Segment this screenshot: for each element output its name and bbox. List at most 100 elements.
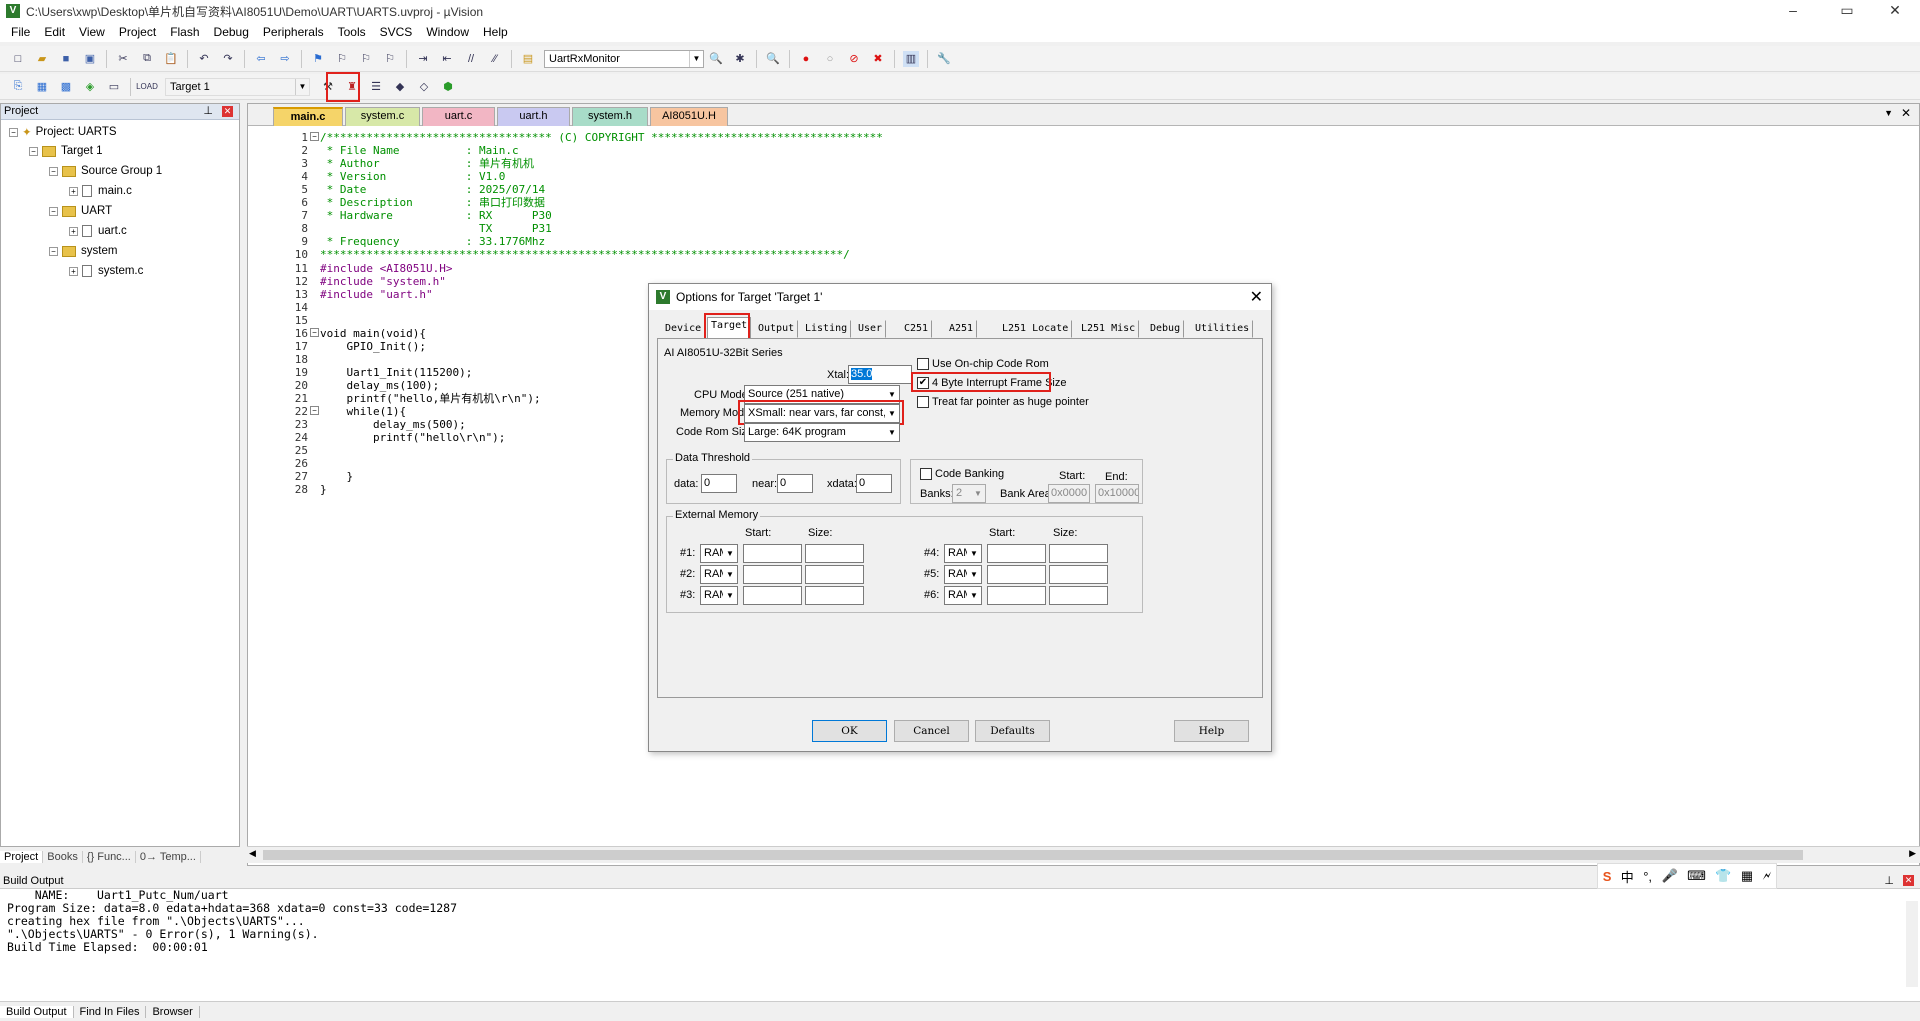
redo-icon[interactable]: ↷	[220, 51, 236, 67]
tab-uart-c[interactable]: uart.c	[422, 107, 495, 126]
bookmark-clear-icon[interactable]: ⚐	[382, 51, 398, 67]
stop-build-icon[interactable]: ▭	[106, 79, 122, 95]
tab-uart-h[interactable]: uart.h	[497, 107, 570, 126]
tab-listing[interactable]: Listing	[801, 320, 852, 338]
collapse-icon[interactable]: −	[29, 146, 38, 156]
tab-output[interactable]: Output	[754, 320, 799, 338]
maximize-button[interactable]: ▭	[1824, 0, 1870, 22]
menu-window[interactable]: Window	[419, 25, 476, 39]
cut-icon[interactable]: ✂	[115, 51, 131, 67]
ext-mem-start-input[interactable]	[987, 544, 1046, 563]
sogou-logo-icon[interactable]: S	[1603, 869, 1612, 884]
manage-project-items-icon[interactable]: ☰	[368, 79, 384, 95]
ext-mem-type-select[interactable]: RAM ▼	[700, 586, 738, 605]
collapse-icon[interactable]: −	[49, 246, 58, 256]
bank-end-input[interactable]: 0x10000	[1095, 484, 1139, 503]
ok-button[interactable]: OK	[812, 720, 887, 742]
window-layout-icon[interactable]: ▥	[903, 50, 919, 67]
menu-tools[interactable]: Tools	[331, 25, 373, 39]
uncomment-icon[interactable]: ⁄⁄	[487, 51, 503, 67]
find-combo[interactable]: UartRxMonitor ▼	[544, 49, 704, 68]
open-folder-icon[interactable]: ▰	[34, 51, 50, 67]
paste-icon[interactable]: 📋	[163, 51, 179, 67]
menu-help[interactable]: Help	[476, 25, 515, 39]
ime-keyboard-icon[interactable]: ⌨	[1687, 868, 1706, 884]
ext-mem-size-input[interactable]	[805, 586, 864, 605]
tab-list-chevron-icon[interactable]: ▼	[1884, 108, 1893, 118]
ext-mem-start-input[interactable]	[743, 586, 802, 605]
close-icon[interactable]: ✕	[1903, 875, 1914, 886]
tab-c251[interactable]: C251	[900, 320, 933, 338]
ext-mem-size-input[interactable]	[805, 565, 864, 584]
ext-mem-start-input[interactable]	[987, 586, 1046, 605]
tree-target-1[interactable]: − Target 1	[29, 145, 103, 157]
near-threshold-input[interactable]: 0	[777, 474, 813, 493]
menu-peripherals[interactable]: Peripherals	[256, 25, 331, 39]
data-threshold-input[interactable]: 0	[701, 474, 737, 493]
menu-view[interactable]: View	[72, 25, 112, 39]
debug-session-icon[interactable]: 🔍	[765, 51, 781, 67]
ext-mem-start-input[interactable]	[987, 565, 1046, 584]
indent-icon[interactable]: ⇥	[415, 51, 431, 67]
ext-mem-start-input[interactable]	[743, 565, 802, 584]
help-button[interactable]: Help	[1174, 720, 1249, 742]
tree-group-source-group-1[interactable]: − Source Group 1	[49, 165, 162, 177]
tree-group-system[interactable]: − system	[49, 245, 117, 257]
scroll-right-icon[interactable]: ▶	[1909, 848, 1916, 859]
scroll-thumb[interactable]	[263, 850, 1803, 860]
tree-file-main-c[interactable]: + main.c	[69, 185, 132, 197]
breakpoint-clear-icon[interactable]: ⊘	[846, 51, 862, 67]
minimize-button[interactable]: –	[1770, 0, 1816, 22]
nav-forward-icon[interactable]: ⇨	[277, 51, 293, 67]
build-icon[interactable]: ▦	[34, 79, 50, 95]
pin-icon[interactable]: ⊥	[1884, 873, 1894, 889]
ime-skin-icon[interactable]: 👕	[1715, 868, 1731, 884]
code-rom-size-select[interactable]: Large: 64K program ▼	[744, 423, 900, 442]
tree-file-system-c[interactable]: + system.c	[69, 265, 143, 277]
ext-mem-type-select[interactable]: RAM ▼	[944, 544, 982, 563]
tab-books[interactable]: Books	[43, 850, 83, 863]
rebuild-icon[interactable]: ▩	[58, 79, 74, 95]
menu-debug[interactable]: Debug	[207, 25, 256, 39]
ext-mem-type-select[interactable]: RAM ▼	[944, 565, 982, 584]
tab-templates[interactable]: 0→ Temp...	[136, 850, 201, 863]
download-icon[interactable]: LOAD	[136, 79, 158, 95]
tab-debug[interactable]: Debug	[1146, 320, 1185, 338]
menu-flash[interactable]: Flash	[163, 25, 206, 39]
collapse-icon[interactable]: −	[9, 127, 18, 137]
close-window-button[interactable]: ✕	[1872, 0, 1918, 22]
tab-a251[interactable]: A251	[945, 320, 978, 338]
scroll-left-icon[interactable]: ◀	[249, 848, 256, 859]
tab-system-c[interactable]: system.c	[345, 107, 420, 126]
banks-select[interactable]: 2 ▼	[952, 484, 986, 503]
bookmark-icon[interactable]: ⚑	[310, 51, 326, 67]
tab-functions[interactable]: {} Func...	[83, 850, 136, 863]
tab-device[interactable]: Device	[661, 320, 706, 338]
defaults-button[interactable]: Defaults	[975, 720, 1050, 742]
vertical-scrollbar[interactable]	[1906, 901, 1918, 987]
tab-ai8051u-h[interactable]: AI8051U.H	[650, 107, 728, 126]
horizontal-scrollbar[interactable]: ◀ ▶	[247, 846, 1920, 863]
unindent-icon[interactable]: ⇤	[439, 51, 455, 67]
tab-project[interactable]: Project	[0, 850, 44, 863]
run-time-env-icon[interactable]: ◇	[416, 79, 432, 95]
batch-build-icon[interactable]: ◈	[82, 79, 98, 95]
expand-icon[interactable]: +	[69, 226, 78, 236]
menu-file[interactable]: File	[4, 25, 37, 39]
dialog-close-icon[interactable]: ✕	[1250, 287, 1263, 307]
breakpoint-kill-icon[interactable]: ✖	[870, 51, 886, 67]
tab-user[interactable]: User	[854, 320, 887, 338]
tree-project-root[interactable]: − ✦ Project: UARTS	[9, 125, 117, 139]
ext-mem-size-input[interactable]	[1049, 565, 1108, 584]
collapse-icon[interactable]: −	[49, 206, 58, 216]
cancel-button[interactable]: Cancel	[894, 720, 969, 742]
expand-icon[interactable]: +	[69, 266, 78, 276]
find-in-files-icon[interactable]: ▤	[520, 51, 536, 67]
xdata-threshold-input[interactable]: 0	[856, 474, 892, 493]
ime-extra-icon[interactable]: 🗲	[1763, 868, 1772, 884]
build-output-text[interactable]: NAME: Uart1_Putc_Num/uart Program Size: …	[0, 889, 1920, 1001]
ext-mem-type-select[interactable]: RAM ▼	[700, 565, 738, 584]
code-banking-checkbox[interactable]	[920, 468, 932, 480]
bank-start-input[interactable]: 0x0000	[1048, 484, 1090, 503]
tab-l251-locate[interactable]: L251 Locate	[998, 320, 1073, 338]
